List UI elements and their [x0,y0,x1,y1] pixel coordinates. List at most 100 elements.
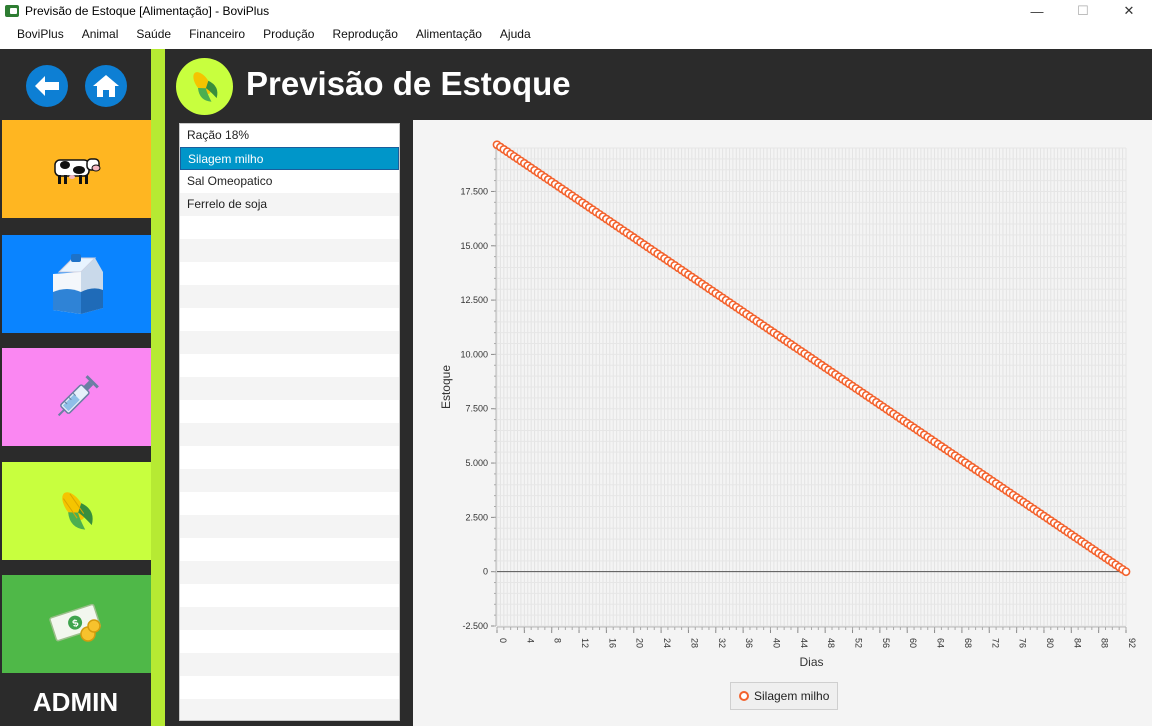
nav-tile-health[interactable] [2,348,151,446]
x-tick-label: 80 [1045,638,1055,648]
list-empty-row [180,538,399,561]
legend-label: Silagem milho [754,689,830,703]
menu-bar: BoviPlus Animal Saúde Financeiro Produçã… [0,22,1152,46]
data-point [1121,567,1131,577]
x-tick-label: 20 [635,638,645,648]
y-tick-label: 12.500 [460,295,488,305]
x-tick-label: 56 [881,638,891,648]
x-tick-label: 24 [662,638,672,648]
x-tick-label: 40 [771,638,781,648]
x-tick-label: 64 [936,638,946,648]
y-tick-label: -2.500 [462,621,488,631]
list-empty-row [180,584,399,607]
nav-tile-milk[interactable] [2,235,151,333]
x-tick-label: 28 [689,638,699,648]
chart-legend: Silagem milho [730,682,839,710]
list-item[interactable]: Ferrelo de soja [180,193,399,216]
maximize-button[interactable]: ☐ [1060,0,1106,22]
back-button[interactable] [26,65,68,107]
nav-tile-feed[interactable] [2,462,151,560]
x-tick-label: 76 [1018,638,1028,648]
list-empty-row [180,331,399,354]
list-empty-row [180,354,399,377]
y-tick-label: 5.000 [465,458,488,468]
menu-producao[interactable]: Produção [254,27,323,41]
legend-marker [739,691,749,701]
home-icon [93,75,119,97]
x-tick-label: 92 [1127,638,1137,648]
list-empty-row [180,469,399,492]
list-empty-row [180,561,399,584]
y-axis-label: Estoque [439,365,453,409]
x-tick-label: 72 [990,638,1000,648]
y-tick-label: 0 [483,567,488,577]
feed-list[interactable]: Ração 18% Silagem milho Sal Omeopatico Ferr… [179,123,400,721]
x-tick-label: 4 [525,638,535,643]
list-empty-row [180,676,399,699]
x-tick-label: 32 [717,638,727,648]
x-tick-label: 8 [553,638,563,643]
x-tick-label: 16 [607,638,617,648]
list-empty-row [180,285,399,308]
menu-boviplus[interactable]: BoviPlus [8,27,73,41]
milk-carton-icon [52,254,103,314]
list-item[interactable]: Ração 18% [180,124,399,147]
list-empty-row [180,699,399,720]
y-tick-label: 2.500 [465,512,488,522]
menu-animal[interactable]: Animal [73,27,128,41]
window-titlebar: Previsão de Estoque [Alimentação] - Bovi… [0,0,1152,22]
list-empty-row [180,400,399,423]
y-tick-label: 7.500 [465,404,488,414]
close-button[interactable]: ✕ [1106,0,1152,22]
list-empty-row [180,239,399,262]
list-empty-row [180,308,399,331]
x-tick-label: 48 [826,638,836,648]
x-tick-label: 88 [1100,638,1110,648]
page-title: Previsão de Estoque [246,65,571,102]
back-arrow-icon [35,76,59,96]
x-tick-label: 12 [580,638,590,648]
menu-financeiro[interactable]: Financeiro [180,27,254,41]
list-empty-row [180,423,399,446]
x-tick-label: 36 [744,638,754,648]
x-tick-label: 68 [963,638,973,648]
sidebar-nav-top [0,49,151,119]
money-icon: $ [48,603,101,642]
corn-icon [61,492,93,530]
window-title: Previsão de Estoque [Alimentação] - Bovi… [25,4,270,18]
x-tick-label: 84 [1072,638,1082,648]
feed-list-panel: Ração 18% Silagem milho Sal Omeopatico Ferr… [165,120,413,726]
list-empty-row [180,630,399,653]
corn-icon [192,71,217,102]
list-item[interactable]: Silagem milho [180,147,399,170]
sidebar: $ ADMIN [0,49,151,726]
syringe-icon [57,375,99,417]
y-tick-label: 10.000 [460,349,488,359]
list-empty-row [180,446,399,469]
list-empty-row [180,515,399,538]
home-button[interactable] [85,65,127,107]
admin-label: ADMIN [32,687,119,717]
x-axis-label: Dias [799,655,823,669]
menu-saude[interactable]: Saúde [127,27,180,41]
minimize-button[interactable]: — [1014,0,1060,22]
menu-alimentacao[interactable]: Alimentação [407,27,491,41]
list-empty-row [180,377,399,400]
app-logo-icon [5,5,19,17]
x-tick-label: 60 [908,638,918,648]
list-item[interactable]: Sal Omeopatico [180,170,399,193]
x-tick-label: 44 [799,638,809,648]
cow-icon [53,158,100,184]
y-tick-label: 15.000 [460,241,488,251]
y-tick-label: 17.500 [460,186,488,196]
nav-tile-finance[interactable]: $ [2,575,151,673]
list-empty-row [180,262,399,285]
list-empty-row [180,492,399,515]
list-empty-row [180,653,399,676]
nav-tile-cattle[interactable] [2,120,151,218]
sidebar-accent-strip [151,49,165,726]
menu-reproducao[interactable]: Reprodução [323,27,406,41]
x-tick-label: 0 [498,638,508,643]
x-tick-label: 52 [854,638,864,648]
menu-ajuda[interactable]: Ajuda [491,27,540,41]
